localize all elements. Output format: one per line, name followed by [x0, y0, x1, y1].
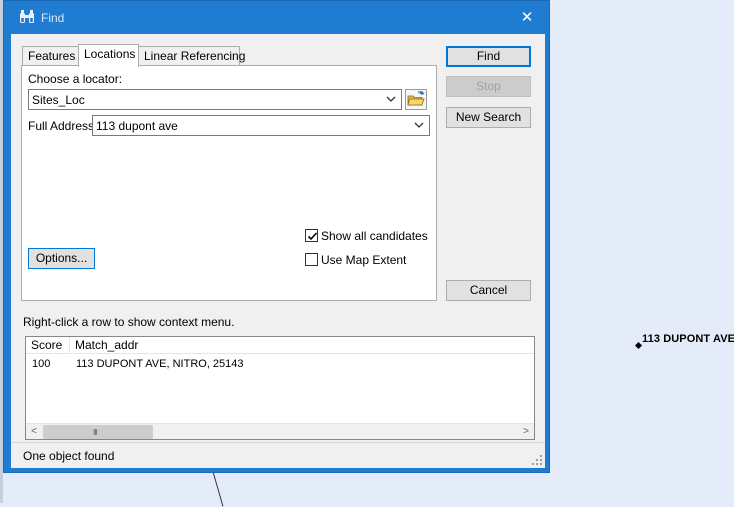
check-icon: [307, 232, 318, 241]
scroll-right-icon[interactable]: >: [518, 424, 534, 440]
full-address-label: Full Address:: [28, 119, 98, 133]
tab-locations[interactable]: Locations: [78, 44, 139, 67]
cell-score: 100: [32, 358, 51, 370]
results-header: Score Match_addr: [26, 337, 534, 354]
find-dialog: Find ✕ Features Locations Linear Referen…: [3, 0, 550, 473]
context-menu-hint: Right-click a row to show context menu.: [23, 315, 235, 329]
title-bar[interactable]: Find ✕: [4, 1, 549, 34]
map-point-label: 113 DUPONT AVE: [642, 333, 734, 345]
column-header-match-addr[interactable]: Match_addr: [70, 337, 534, 354]
close-button[interactable]: ✕: [514, 7, 540, 29]
full-address-value: 113 dupont ave: [96, 119, 178, 133]
locator-label: Choose a locator:: [28, 72, 123, 86]
table-row[interactable]: 100 113 DUPONT AVE, NITRO, 25143: [26, 356, 534, 372]
locator-combobox[interactable]: Sites_Loc: [28, 89, 402, 110]
show-all-candidates-label[interactable]: Show all candidates: [321, 229, 428, 243]
tab-features[interactable]: Features: [22, 46, 79, 66]
chevron-down-icon: [413, 118, 425, 132]
status-bar: One object found: [11, 442, 545, 468]
map-result-point[interactable]: [634, 341, 643, 350]
find-button[interactable]: Find: [446, 46, 531, 67]
column-header-score[interactable]: Score: [26, 337, 70, 354]
show-all-candidates-checkbox[interactable]: [305, 229, 318, 242]
horizontal-scrollbar[interactable]: < III >: [26, 423, 534, 439]
full-address-combobox[interactable]: 113 dupont ave: [92, 115, 430, 136]
cancel-button[interactable]: Cancel: [446, 280, 531, 301]
results-list[interactable]: Score Match_addr 100 113 DUPONT AVE, NIT…: [25, 336, 535, 440]
chevron-down-icon: [385, 92, 397, 106]
dialog-client-area: Features Locations Linear Referencing Ch…: [11, 34, 545, 468]
scroll-grip-icon: III: [93, 428, 98, 437]
folder-open-icon: [405, 89, 427, 110]
status-text: One object found: [23, 449, 115, 463]
use-map-extent-checkbox[interactable]: [305, 253, 318, 266]
map-road-line: [212, 469, 224, 507]
use-map-extent-label[interactable]: Use Map Extent: [321, 253, 406, 267]
size-grip-icon[interactable]: [531, 454, 543, 466]
binoculars-icon: [19, 9, 35, 25]
tab-linear-referencing[interactable]: Linear Referencing: [138, 46, 245, 66]
dialog-title: Find: [41, 11, 65, 25]
options-button[interactable]: Options...: [28, 248, 95, 269]
browse-locator-button[interactable]: [405, 89, 427, 110]
scrollbar-thumb[interactable]: III: [43, 425, 153, 439]
new-search-button[interactable]: New Search: [446, 107, 531, 128]
scroll-left-icon[interactable]: <: [26, 424, 42, 440]
locator-value: Sites_Loc: [32, 93, 85, 107]
stop-button[interactable]: Stop: [446, 76, 531, 97]
locations-panel: Choose a locator: Sites_Loc Full Address…: [21, 65, 437, 301]
cell-match-addr: 113 DUPONT AVE, NITRO, 25143: [76, 358, 244, 370]
